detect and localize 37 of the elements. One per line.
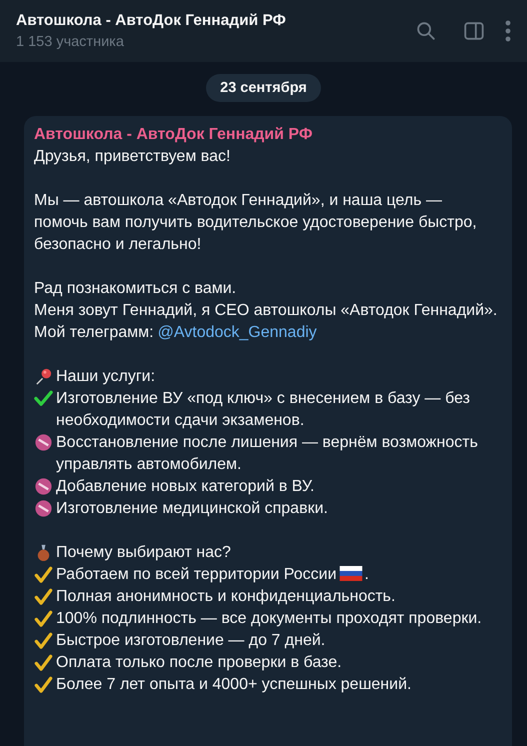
message-text: Почему выбирают нас? [56, 543, 232, 563]
message-text: Изготовление медицинской справки. [56, 499, 329, 519]
sender-name: Автошкола - АвтоДок Геннадий РФ [34, 125, 314, 145]
message-text: Мы — автошкола «Автодок Геннадий», и наша цель — помочь вам получить водительское удостоверение быстро, безопасно и легально! [34, 191, 478, 255]
check-mark-icon [34, 587, 53, 606]
date-badge: 23 сентября [206, 74, 321, 102]
message-text: Оплата только после проверки в базе. [56, 653, 343, 673]
message-text: Добавление новых категорий в ВУ. [56, 477, 316, 497]
message-text: Рад познакомиться с вами. [34, 279, 238, 299]
no-entry-icon [34, 499, 53, 518]
message-text: Друзья, приветствуем вас! [34, 147, 232, 167]
message-text: Более 7 лет опыта и 4000+ успешных решений. [56, 675, 412, 695]
check-mark-icon [34, 675, 53, 694]
check-mark-icon [34, 631, 53, 650]
username-link[interactable]: @Avtodock_Gennadiy [158, 324, 317, 341]
message-text: Быстрое изготовление — до 7 дней. [56, 631, 326, 651]
no-entry-icon [34, 433, 53, 452]
search-icon[interactable] [415, 20, 437, 42]
more-icon[interactable] [505, 20, 511, 42]
message-text: Полная анонимность и конфиденциальность. [56, 587, 396, 607]
flag-icon [338, 566, 363, 581]
check-mark-icon [34, 565, 53, 584]
check-mark-icon [34, 609, 53, 628]
message-text: Восстановление после лишения — вернём возможность управлять автомобилем. [56, 433, 479, 475]
no-entry-icon [34, 477, 53, 496]
message-text: Мой телеграмм: @Avtodock_Gennadiy [34, 323, 318, 343]
message-text: 100% подлинность — все документы проходят проверки. [56, 609, 483, 629]
chat-title: Автошкола - АвтоДок Геннадий РФ [16, 12, 287, 30]
message-text: Изготовление ВУ «под ключ» с внесением в базу — без необходимости сдачи экзаменов. [56, 389, 471, 431]
check-mark-icon [34, 389, 53, 408]
message-text: Наши услуги: [56, 367, 156, 387]
check-mark-icon [34, 653, 53, 672]
sidebar-toggle-icon[interactable] [463, 20, 485, 42]
message-text: Меня зовут Геннадий, я CEO автошколы «Автодок Геннадий». [34, 301, 498, 321]
member-count: 1 153 участника [16, 34, 125, 50]
message-text: Работаем по всей территории России . [56, 565, 370, 585]
pushpin-icon [34, 367, 53, 386]
